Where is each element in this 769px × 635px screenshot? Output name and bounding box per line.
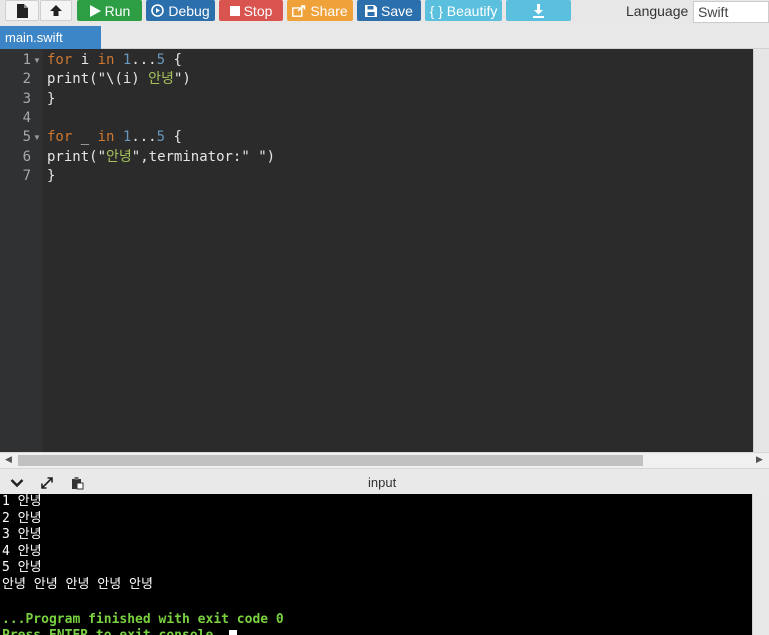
console-line-text: 1 안녕 (2, 494, 42, 509)
editor-vertical-scrollbar[interactable] (753, 49, 769, 452)
code-token: print(" (47, 71, 107, 88)
code-line[interactable]: print("안녕",terminator:" ") (47, 148, 275, 167)
file-tab-bar: main.swift (0, 25, 769, 49)
stop-button[interactable]: Stop (219, 0, 283, 21)
save-button[interactable]: Save (357, 0, 421, 21)
code-token: for (47, 129, 73, 146)
console-line: Press ENTER to exit console. (2, 628, 237, 635)
download-icon (532, 3, 545, 18)
console-line: 3 안녕 (2, 527, 42, 543)
horizontal-scroll-thumb[interactable] (18, 455, 643, 466)
line-number: 6 (22, 148, 31, 165)
file-icon (16, 3, 28, 18)
code-token: ") (173, 71, 191, 88)
share-icon (292, 4, 306, 17)
code-token: ",terminator:" ") (131, 148, 276, 165)
debug-label: Debug (168, 2, 210, 19)
code-token: 5 (156, 52, 166, 68)
code-token: for (47, 52, 73, 68)
debug-icon (151, 4, 165, 17)
code-line[interactable]: for _ in 1...5 { (47, 128, 182, 147)
beautify-button[interactable]: { } Beautify (425, 0, 502, 21)
code-line[interactable]: for i in 1...5 { (47, 51, 182, 70)
run-button[interactable]: Run (77, 0, 142, 21)
line-number: 2 (22, 71, 31, 88)
code-token: in (97, 52, 115, 68)
console-output[interactable]: 1 안녕 2 안녕 3 안녕 4 안녕 5 안녕안녕 안녕 안녕 안녕 안녕 ...Pro… (0, 494, 752, 635)
code-token: 안녕 (106, 148, 132, 165)
line-number: 3 (22, 90, 31, 107)
fold-arrow-icon[interactable]: ▼ (33, 51, 41, 70)
language-select[interactable]: Swift (693, 1, 769, 23)
console-line-text: ...Program finished with exit code 0 (2, 612, 284, 627)
console-line: 5 안녕 (2, 560, 42, 576)
stop-label: Stop (243, 2, 273, 19)
code-token: { (165, 129, 182, 146)
code-line[interactable]: } (47, 90, 55, 109)
console-line: ...Program finished with exit code 0 (2, 612, 284, 628)
console-line-text: 3 안녕 (2, 527, 42, 542)
code-token: print(" (47, 148, 107, 165)
language-label: Language (626, 3, 689, 19)
upload-icon (49, 4, 63, 18)
stop-icon (229, 5, 240, 16)
beautify-label: { } Beautify (429, 2, 498, 19)
line-number: 4 (22, 109, 31, 126)
console-line-text: 4 안녕 (2, 543, 42, 559)
floppy-disk-icon (365, 4, 378, 17)
toolbar: Run Debug Stop Share Save {} Beautify L… (0, 0, 769, 25)
line-number-gutter: 1 ▼ 2 3 4 5 ▼ 6 7 (0, 49, 43, 452)
console-line: 2 안녕 (2, 511, 42, 527)
chevron-down-icon[interactable] (8, 475, 26, 491)
console-line: 안녕 안녕 안녕 안녕 안녕 (2, 577, 153, 593)
debug-button[interactable]: Debug (146, 0, 215, 21)
console-line: 4 안녕 (2, 544, 42, 560)
code-token: ... (131, 129, 157, 146)
paste-icon[interactable] (68, 475, 86, 491)
console-line-text: Press ENTER to exit console. (2, 628, 221, 635)
code-token: ... (131, 52, 157, 68)
share-button[interactable]: Share (287, 0, 353, 21)
expand-icon[interactable] (38, 475, 56, 491)
code-token: _ (72, 129, 98, 146)
editor-horizontal-scrollbar[interactable]: ◀ ▶ (0, 452, 769, 468)
input-label[interactable]: input (368, 475, 396, 490)
download-button[interactable] (506, 0, 571, 21)
code-editor[interactable]: 1 ▼ 2 3 4 5 ▼ 6 7 for i in 1...5 {print("\(i) 안녕… (0, 49, 769, 452)
console-line-text: 2 안녕 (2, 510, 42, 526)
code-token: in (97, 129, 115, 146)
code-area[interactable] (43, 49, 753, 452)
save-label: Save (381, 2, 413, 19)
io-bar: input (0, 468, 769, 494)
console-cursor (228, 629, 237, 635)
code-token: { (165, 52, 182, 68)
code-line[interactable]: } (47, 167, 55, 186)
upload-button[interactable] (40, 0, 72, 21)
new-file-button[interactable] (5, 0, 39, 21)
console-line: 1 안녕 (2, 494, 42, 510)
code-token: 안녕 (148, 71, 174, 88)
code-token: } (47, 167, 56, 184)
line-number: 1 (22, 52, 31, 68)
line-number: 7 (22, 167, 31, 184)
console-scrollbar[interactable] (752, 494, 769, 635)
code-line[interactable]: print("\(i) 안녕") (47, 70, 191, 89)
share-label: Share (310, 2, 348, 19)
console-line-text: 5 안녕 (2, 560, 42, 575)
code-token: 5 (156, 129, 166, 146)
line-number: 5 (22, 129, 31, 146)
run-label: Run (104, 2, 131, 19)
code-token: \(i) (106, 71, 149, 88)
ide-window: { "toolbar": { "new_file_icon": "file-ic… (0, 0, 769, 635)
console-line-text: 안녕 안녕 안녕 안녕 안녕 (2, 576, 153, 592)
tab-main-swift[interactable]: main.swift (0, 26, 101, 49)
fold-arrow-icon[interactable]: ▼ (33, 128, 41, 147)
scroll-left-arrow-icon[interactable]: ◀ (5, 454, 12, 465)
code-token: i (72, 52, 98, 68)
code-token: } (47, 90, 56, 107)
play-icon (89, 4, 101, 17)
scroll-right-arrow-icon[interactable]: ▶ (756, 454, 763, 465)
